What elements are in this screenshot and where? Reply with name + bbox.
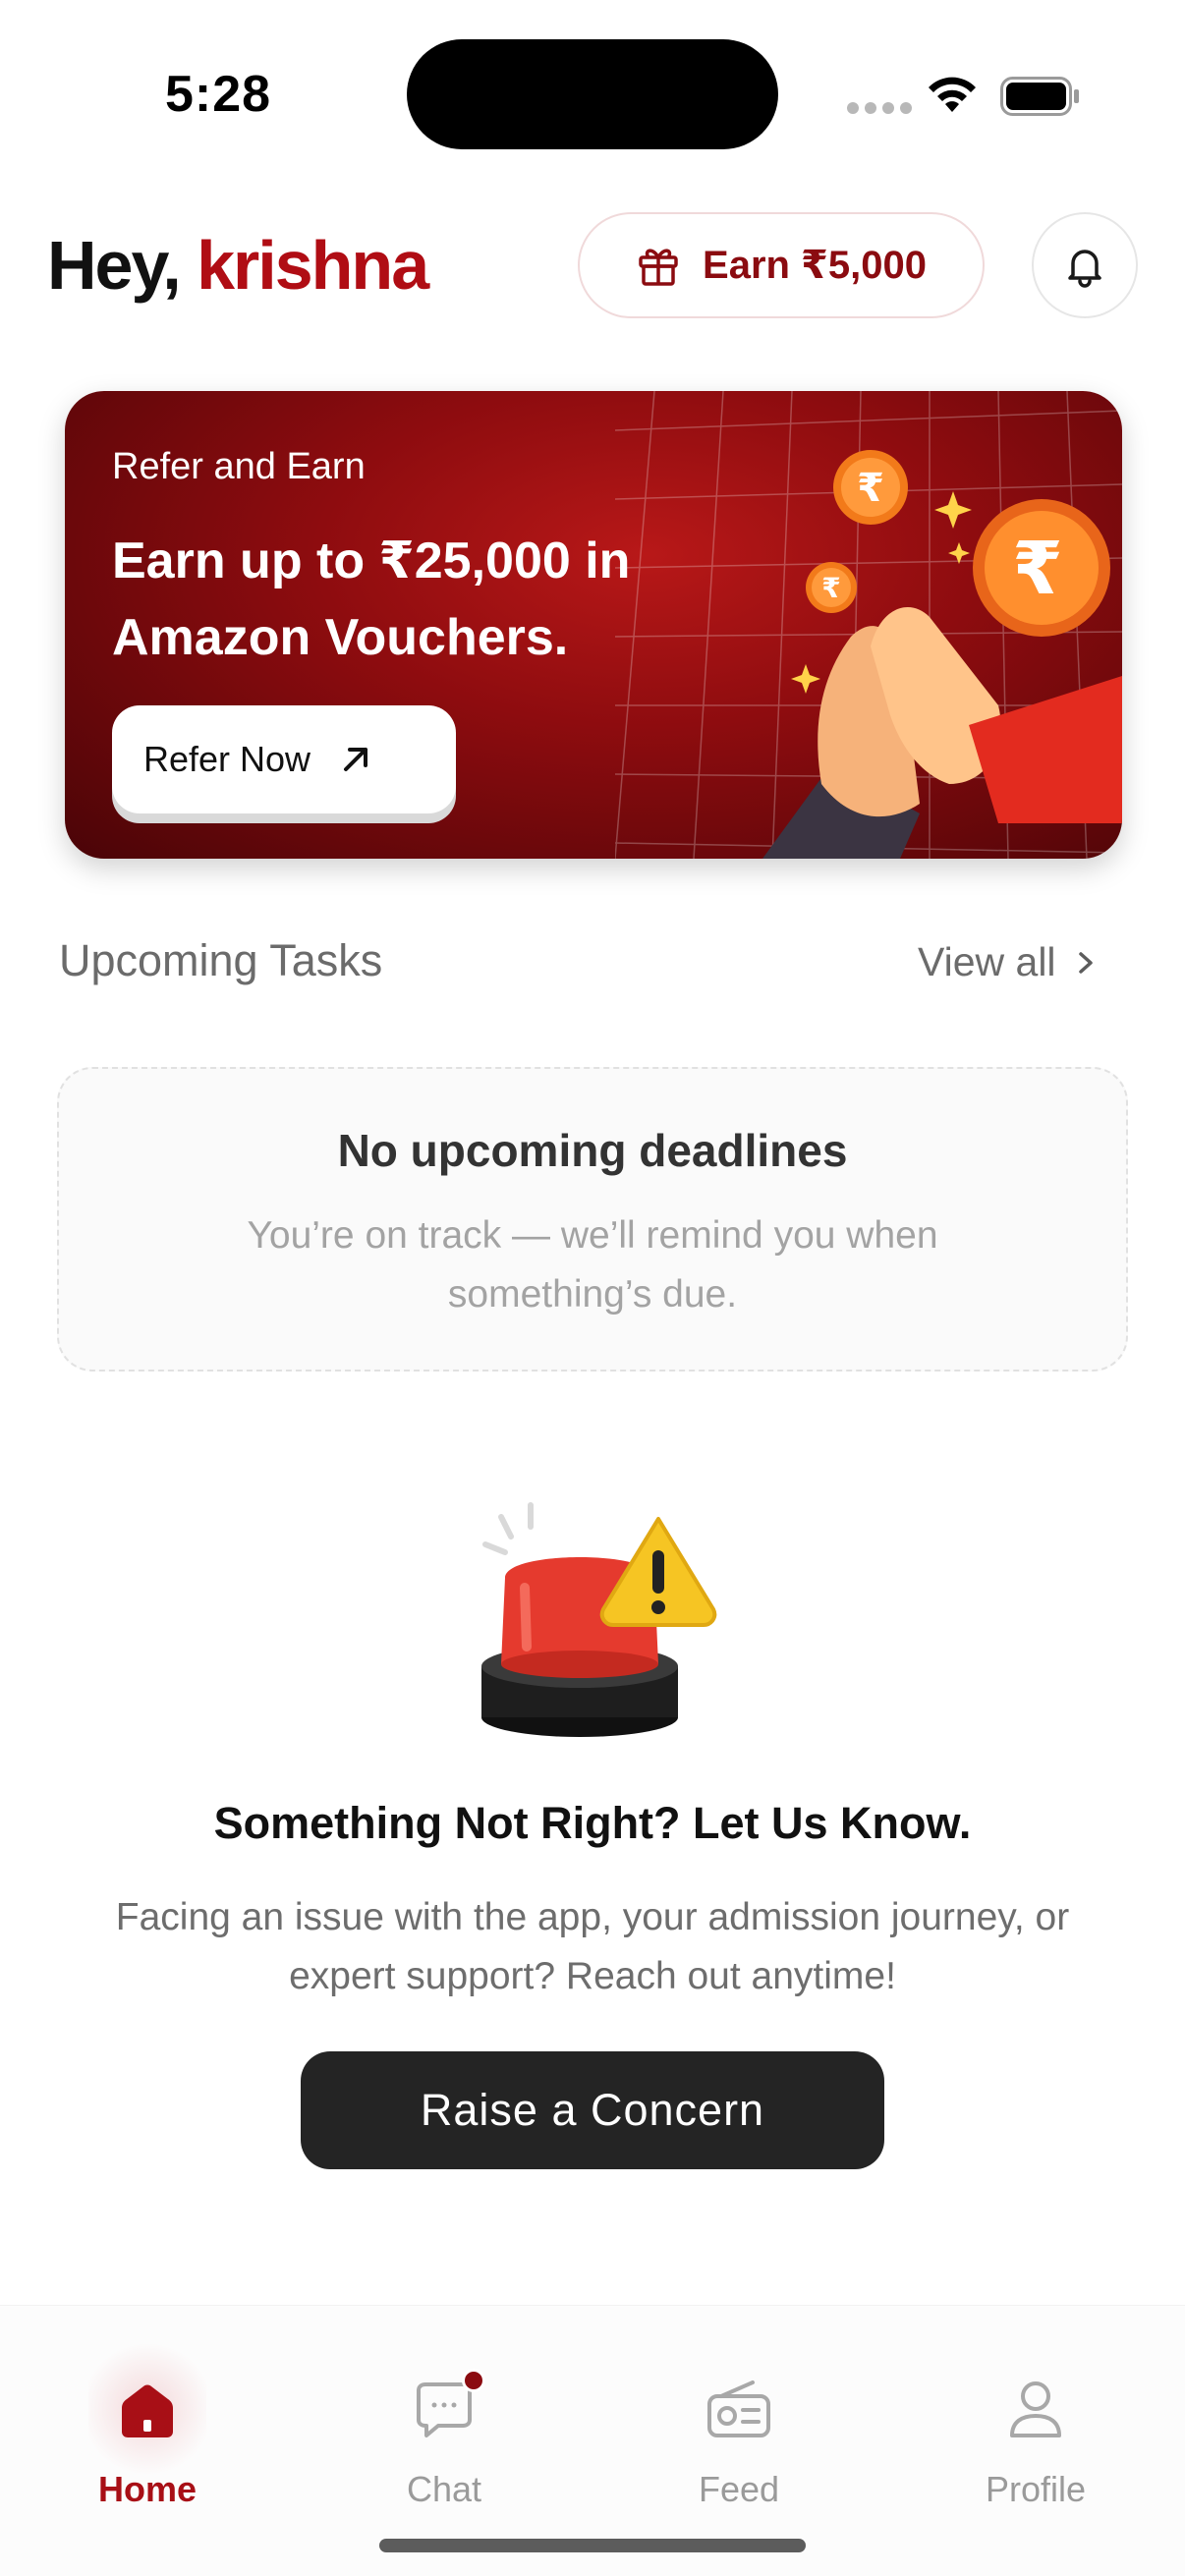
tab-home[interactable]: Home: [49, 2335, 246, 2510]
refer-now-label: Refer Now: [143, 739, 311, 779]
home-icon: [122, 2384, 173, 2437]
view-all-link[interactable]: View all: [918, 939, 1098, 985]
banner-title: Earn up to ₹25,000 in Amazon Vouchers.: [112, 532, 631, 666]
svg-text:₹: ₹: [857, 466, 884, 511]
battery-icon: [1000, 77, 1079, 116]
wifi-icon: [929, 77, 976, 112]
concern-subtitle: Facing an issue with the app, your admis…: [59, 1888, 1126, 2006]
upcoming-tasks-empty-state: No upcoming deadlines You’re on track — …: [57, 1067, 1128, 1372]
refer-now-button[interactable]: Refer Now: [112, 705, 456, 813]
home-indicator: [379, 2539, 806, 2552]
concern-title: Something Not Right? Let Us Know.: [213, 1798, 972, 1848]
refer-earn-banner[interactable]: Refer and Earn Earn up to ₹25,000 in Ama…: [65, 391, 1122, 859]
banner-kicker: Refer and Earn: [112, 446, 366, 487]
empty-state-title: No upcoming deadlines: [337, 1125, 848, 1176]
tab-chat-label: Chat: [406, 2469, 482, 2509]
svg-text:₹: ₹: [821, 572, 840, 604]
greeting-prefix: Hey,: [47, 227, 182, 304]
high-five-coins-illustration: ₹ ₹ ₹: [762, 450, 1122, 859]
notifications-button[interactable]: [1032, 212, 1138, 318]
tab-profile-label: Profile: [985, 2469, 1087, 2509]
status-time: 5:28: [165, 66, 272, 123]
earn-reward-button[interactable]: Earn ₹5,000: [578, 212, 985, 318]
upcoming-tasks-title: Upcoming Tasks: [59, 935, 383, 985]
dynamic-island: [407, 39, 778, 149]
status-bar: 5:28: [0, 0, 1185, 187]
chat-notification-dot: [462, 2369, 485, 2392]
radio-feed-icon: [707, 2380, 770, 2437]
svg-text:₹: ₹: [1012, 527, 1063, 611]
arrow-up-right-icon: [344, 748, 368, 771]
tab-feed[interactable]: Feed: [641, 2375, 837, 2510]
chat-icon-wrapper: [409, 2369, 485, 2445]
user-name: krishna: [197, 227, 429, 304]
bottom-tab-bar: Home Chat Feed Profile: [0, 2305, 1185, 2576]
empty-state-subtitle-text: You’re on track — we’ll remind you when …: [247, 1214, 938, 1316]
earn-label: Earn ₹5,000: [703, 244, 927, 287]
raise-concern-button[interactable]: Raise a Concern: [301, 2051, 884, 2169]
tab-profile[interactable]: Profile: [937, 2375, 1134, 2510]
tab-chat[interactable]: Chat: [346, 2369, 542, 2510]
chevron-right-icon: [1078, 951, 1093, 974]
tab-feed-label: Feed: [698, 2469, 780, 2509]
greeting: Hey, krishna: [47, 226, 429, 305]
empty-state-subtitle: You’re on track — we’ll remind you when …: [59, 1206, 1126, 1324]
profile-icon: [1010, 2381, 1061, 2437]
bell-icon: [1068, 250, 1101, 288]
cellular-signal-icon: [847, 102, 912, 114]
alarm-warning-illustration: [481, 1502, 717, 1737]
gift-icon: [639, 249, 678, 286]
view-all-label: View all: [918, 939, 1056, 984]
concern-subtitle-text: Facing an issue with the app, your admis…: [115, 1896, 1070, 1997]
